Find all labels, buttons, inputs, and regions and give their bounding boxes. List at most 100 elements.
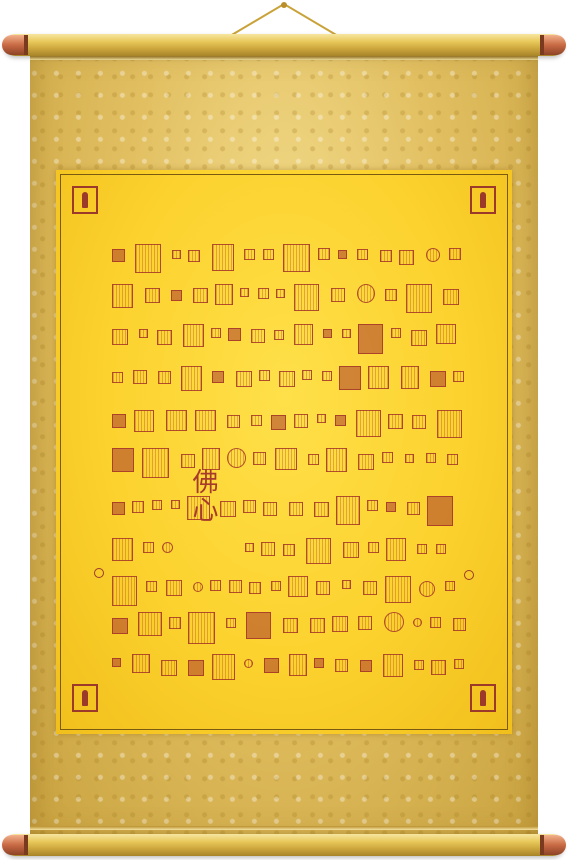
side-mark-right	[464, 570, 474, 580]
seal-stamp	[188, 612, 215, 644]
seal-stamp	[358, 454, 374, 470]
rod-cap-left	[2, 35, 28, 55]
seal-stamp	[430, 617, 441, 628]
seal-stamp	[142, 448, 169, 478]
seal-stamp	[193, 288, 208, 303]
seal-stamp	[263, 249, 274, 260]
seal-stamp	[411, 330, 427, 346]
seal-stamp	[240, 288, 249, 297]
seal-stamp	[335, 415, 346, 426]
seal-stamp	[367, 500, 378, 511]
seal-stamp	[112, 448, 134, 472]
seal-stamp	[335, 659, 348, 672]
seal-stamp	[133, 370, 147, 384]
seal-stamp	[431, 660, 446, 675]
seal-stamp	[383, 654, 403, 677]
seal-stamp	[202, 448, 220, 470]
rod-cap-right	[540, 35, 566, 55]
seal-stamp	[169, 617, 181, 629]
seal-stamp	[357, 249, 368, 260]
seal-stamp	[453, 371, 464, 382]
seal-stamp	[294, 324, 313, 345]
seal-stamp	[227, 448, 246, 468]
seal-stamp	[283, 244, 310, 272]
seal-stamp	[332, 616, 348, 632]
seal-stamp	[436, 544, 446, 554]
seal-stamp	[316, 581, 330, 595]
bottom-rod	[2, 834, 566, 856]
seal-stamp	[188, 660, 204, 676]
seal-stamp	[308, 454, 319, 465]
seal-stamp	[261, 542, 275, 556]
seal-stamp	[258, 288, 269, 299]
seal-stamp	[453, 618, 466, 631]
seal-stamp	[245, 543, 254, 552]
seal-stamp	[212, 654, 235, 680]
seal-grid	[56, 170, 512, 734]
seal-stamp	[171, 290, 182, 301]
seal-stamp	[414, 660, 424, 670]
seal-stamp	[249, 582, 261, 594]
seal-stamp	[132, 501, 144, 513]
seal-stamp	[358, 324, 383, 354]
seal-stamp	[236, 371, 252, 387]
seal-stamp	[419, 581, 435, 597]
seal-stamp	[318, 248, 330, 260]
seal-stamp	[338, 250, 347, 259]
seal-stamp	[112, 502, 125, 515]
seal-stamp	[112, 284, 133, 308]
seal-stamp	[181, 366, 202, 391]
seal-stamp	[357, 284, 375, 303]
seal-stamp	[220, 501, 236, 517]
seal-stamp	[251, 329, 265, 343]
seal-stamp	[437, 410, 462, 438]
seal-stamp	[253, 452, 266, 465]
seal-stamp	[317, 414, 326, 423]
seal-stamp	[276, 289, 285, 298]
seal-stamp	[171, 500, 180, 509]
seal-stamp	[426, 453, 436, 463]
seal-stamp	[139, 329, 148, 338]
seal-stamp	[274, 330, 284, 340]
seal-stamp	[263, 502, 277, 516]
seal-stamp	[271, 415, 286, 430]
seal-stamp	[212, 244, 234, 271]
seal-stamp	[181, 454, 195, 468]
seal-stamp	[283, 618, 298, 633]
seal-stamp	[314, 658, 324, 668]
seal-stamp	[391, 328, 401, 338]
seal-stamp	[246, 612, 271, 639]
seal-stamp	[288, 576, 308, 597]
seal-stamp	[146, 581, 157, 592]
seal-stamp	[264, 658, 279, 673]
seal-panel: 佛心	[56, 170, 512, 734]
seal-stamp	[161, 660, 177, 676]
seal-stamp	[243, 500, 256, 513]
seal-stamp	[212, 371, 224, 383]
seal-stamp	[368, 366, 389, 389]
seal-stamp	[336, 496, 360, 525]
seal-stamp	[342, 580, 351, 589]
seal-stamp	[405, 454, 414, 463]
lower-band	[30, 826, 538, 830]
seal-stamp	[112, 618, 128, 634]
seal-stamp	[289, 654, 307, 676]
seal-stamp	[183, 324, 204, 347]
seal-stamp	[211, 328, 221, 338]
seal-stamp	[228, 328, 241, 341]
seal-stamp	[112, 414, 126, 428]
seal-stamp	[331, 288, 345, 302]
side-mark-left	[94, 568, 104, 578]
seal-stamp	[210, 580, 221, 591]
seal-stamp	[275, 448, 297, 470]
seal-stamp	[443, 289, 459, 305]
seal-stamp	[166, 410, 187, 431]
seal-stamp	[399, 250, 414, 265]
seal-stamp	[342, 329, 351, 338]
seal-stamp	[112, 329, 128, 345]
seal-stamp	[368, 542, 379, 553]
seal-stamp	[385, 289, 397, 301]
seal-stamp	[244, 659, 253, 668]
seal-stamp	[360, 660, 372, 672]
seal-stamp	[417, 544, 427, 554]
